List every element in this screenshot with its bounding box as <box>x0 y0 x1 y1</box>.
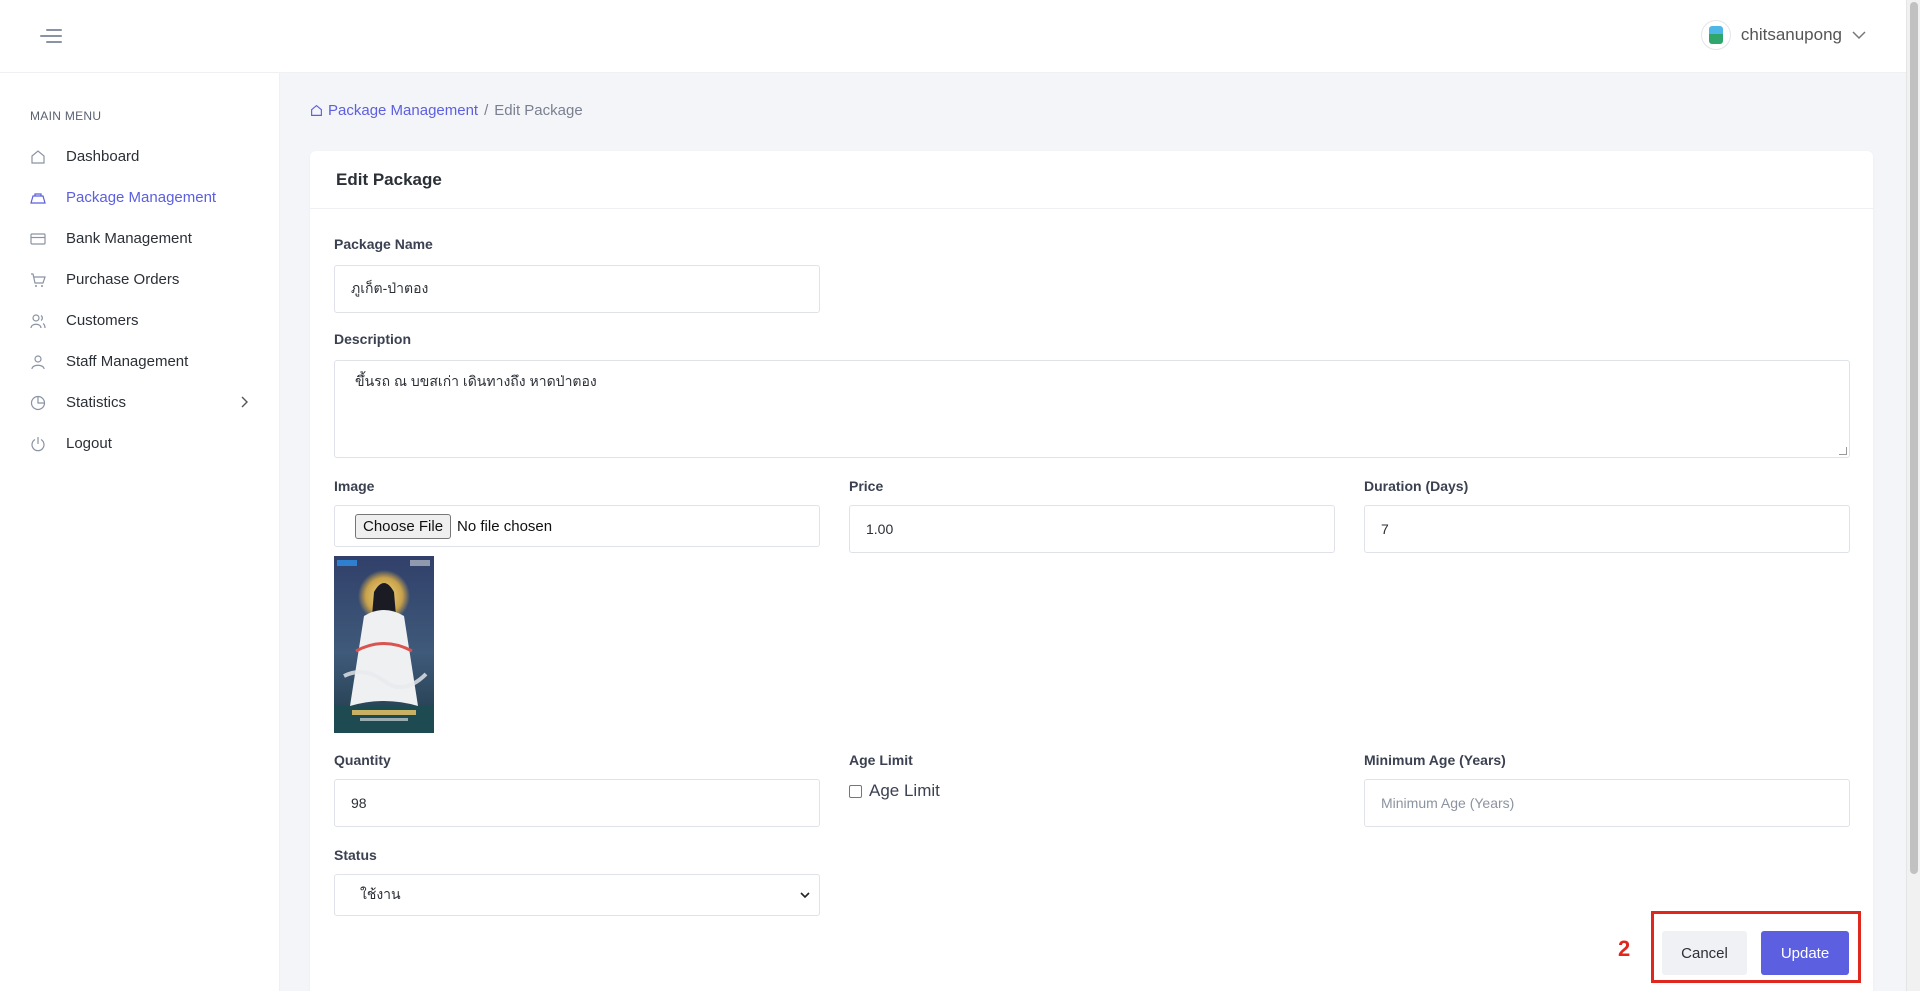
description-textarea[interactable]: ขึ้นรถ ณ บขสเก่า เดินทางถึง หาดป่าตอง <box>334 360 1850 458</box>
package-icon <box>30 190 46 206</box>
sidebar-item-label: Dashboard <box>66 148 140 165</box>
sidebar-item-staff-management[interactable]: Staff Management <box>0 341 280 382</box>
resize-handle[interactable] <box>1839 447 1847 455</box>
sidebar-item-label: Statistics <box>66 394 127 411</box>
menu-toggle-icon[interactable] <box>40 27 62 45</box>
avatar <box>1700 20 1731 50</box>
main-content: Package Management / Edit Package Edit P… <box>280 73 1906 991</box>
package-image-preview <box>334 556 434 733</box>
top-bar: chitsanupong <box>0 0 1906 73</box>
user-menu[interactable]: chitsanupong <box>1700 20 1866 50</box>
sidebar: MAIN MENU Dashboard Package Management B… <box>0 73 280 991</box>
main-menu-label: MAIN MENU <box>30 109 102 123</box>
cancel-button[interactable]: Cancel <box>1662 931 1747 975</box>
sidebar-item-label: Customers <box>66 312 139 329</box>
minimum-age-label: Minimum Age (Years) <box>1364 752 1506 768</box>
status-selected-value: ใช้งาน <box>360 886 401 902</box>
breadcrumb-separator: / <box>484 102 489 119</box>
breadcrumb-home-label: Package Management <box>328 102 479 119</box>
quantity-label: Quantity <box>334 752 391 768</box>
price-label: Price <box>849 478 884 494</box>
pie-chart-icon <box>30 395 46 411</box>
credit-card-icon <box>30 231 46 247</box>
package-name-label: Package Name <box>334 236 433 252</box>
breadcrumb-home-link[interactable]: Package Management <box>310 102 478 119</box>
chevron-down-icon <box>799 888 811 905</box>
image-file-input[interactable]: Choose File No file chosen <box>334 505 820 547</box>
description-label: Description <box>334 331 412 347</box>
edit-package-card: Edit Package Package Name ภูเก็ต-ป่าตอง … <box>310 151 1873 991</box>
sidebar-item-logout[interactable]: Logout <box>0 423 280 464</box>
home-icon <box>30 149 46 165</box>
user-icon <box>30 354 46 370</box>
image-label: Image <box>334 478 375 494</box>
file-status-text: No file chosen <box>457 517 553 535</box>
sidebar-menu: Dashboard Package Management Bank Manage… <box>0 136 280 464</box>
scrollbar-thumb[interactable] <box>1910 2 1918 874</box>
minimum-age-input[interactable]: Minimum Age (Years) <box>1364 779 1850 827</box>
update-button[interactable]: Update <box>1761 931 1849 975</box>
choose-file-button[interactable]: Choose File <box>355 513 452 539</box>
duration-input[interactable]: 7 <box>1364 505 1850 553</box>
status-select[interactable]: ใช้งาน <box>334 874 820 916</box>
breadcrumb: Package Management / Edit Package <box>310 102 583 119</box>
users-icon <box>30 313 46 329</box>
quantity-input[interactable]: 98 <box>334 779 820 827</box>
sidebar-item-statistics[interactable]: Statistics <box>0 382 280 423</box>
sidebar-item-bank-management[interactable]: Bank Management <box>0 218 280 259</box>
age-limit-checkbox-label: Age Limit <box>869 781 940 800</box>
annotation-number: 2 <box>1618 936 1631 961</box>
sidebar-item-label: Staff Management <box>66 353 189 370</box>
chevron-right-icon <box>240 395 248 412</box>
sidebar-item-label: Purchase Orders <box>66 271 180 288</box>
breadcrumb-current: Edit Package <box>494 102 583 119</box>
description-text: ขึ้นรถ ณ บขสเก่า เดินทางถึง หาดป่าตอง <box>355 373 597 389</box>
sidebar-item-customers[interactable]: Customers <box>0 300 280 341</box>
card-title: Edit Package <box>310 151 1873 209</box>
price-input[interactable]: 1.00 <box>849 505 1335 553</box>
cart-icon <box>30 272 46 288</box>
sidebar-item-label: Bank Management <box>66 230 192 247</box>
age-limit-label: Age Limit <box>849 752 913 768</box>
age-limit-checkbox-row[interactable]: Age Limit <box>849 781 940 801</box>
sidebar-item-package-management[interactable]: Package Management <box>0 177 280 218</box>
sidebar-item-label: Package Management <box>66 189 217 206</box>
sidebar-item-dashboard[interactable]: Dashboard <box>0 136 280 177</box>
status-label: Status <box>334 847 377 863</box>
home-icon <box>311 104 322 116</box>
page-scrollbar[interactable] <box>1906 0 1920 991</box>
sidebar-item-purchase-orders[interactable]: Purchase Orders <box>0 259 280 300</box>
sidebar-item-label: Logout <box>66 435 112 452</box>
power-icon <box>30 436 46 452</box>
age-limit-checkbox[interactable] <box>849 784 862 798</box>
package-name-input[interactable]: ภูเก็ต-ป่าตอง <box>334 265 820 313</box>
username: chitsanupong <box>1740 25 1842 44</box>
duration-label: Duration (Days) <box>1364 478 1469 494</box>
chevron-down-icon <box>1852 27 1866 43</box>
